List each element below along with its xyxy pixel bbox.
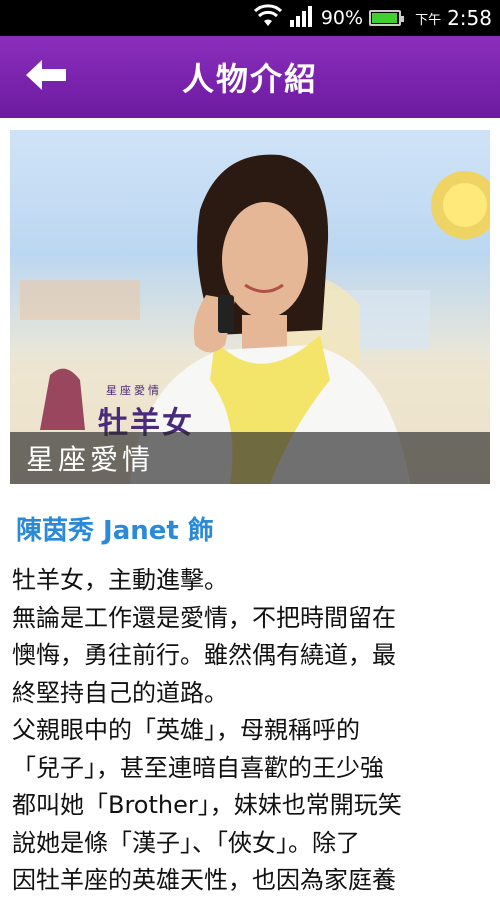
description-line: 父親眼中的「英雄」，母親稱呼的 bbox=[12, 716, 360, 744]
app-bar: 人物介紹 bbox=[0, 36, 500, 118]
description-line: 終堅持自己的道路。 bbox=[12, 678, 228, 707]
description-line: 說她是條「漢子」、「俠女」。除了 bbox=[12, 828, 360, 857]
description-line: 因牡羊座的英雄天性，也因為家庭養 bbox=[12, 866, 396, 894]
description-line: 都叫她「Brother」，妹妹也常開玩笑 bbox=[12, 791, 402, 819]
description-line: 懊悔，勇往前行。雖然偶有繞道，最 bbox=[12, 641, 396, 669]
character-photo[interactable]: 星座愛情 牡羊女 星座愛情 bbox=[10, 130, 490, 484]
arrow-left-icon bbox=[24, 58, 68, 96]
battery-icon bbox=[369, 10, 405, 26]
character-description: 牡羊女，主動進擊。 無論是工作還是愛情，不把時間留在 懊悔，勇往前行。雖然偶有繞… bbox=[12, 562, 490, 900]
photo-caption: 星座愛情 bbox=[10, 432, 490, 484]
photo-illustration bbox=[10, 154, 490, 484]
description-line: 牡羊女，主動進擊。 bbox=[12, 566, 228, 594]
status-icons: 90% 下午 2:58 bbox=[253, 0, 492, 36]
status-bar: 90% 下午 2:58 bbox=[0, 0, 500, 36]
wifi-icon bbox=[253, 4, 283, 32]
back-button[interactable] bbox=[18, 54, 74, 100]
cast-name: 陳茵秀 Janet 飾 bbox=[16, 516, 214, 546]
page-title: 人物介紹 bbox=[181, 60, 318, 98]
battery-percent: 90% bbox=[320, 7, 364, 29]
description-line: 「兒子」，甚至連暗自喜歡的王少強 bbox=[12, 753, 384, 782]
signal-icon bbox=[289, 4, 315, 32]
description-line: 無論是工作還是愛情，不把時間留在 bbox=[12, 603, 396, 632]
ampm-label: 下午 bbox=[415, 12, 442, 28]
clock: 2:58 bbox=[447, 6, 492, 30]
